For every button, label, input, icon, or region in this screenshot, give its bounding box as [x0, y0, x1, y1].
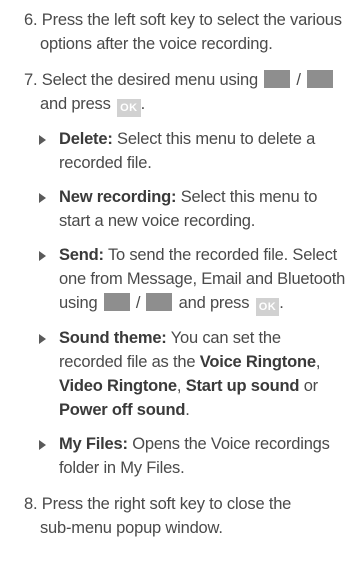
comma: , [176, 377, 182, 395]
step-text: Select the desired menu using [41, 71, 258, 89]
option-label: Sound theme: [59, 329, 167, 347]
option-label: Send: [59, 246, 104, 264]
option-description-end: and press [178, 294, 250, 312]
period: . [140, 95, 146, 113]
list-item-sound-theme: Sound theme: You can set the recorded fi… [39, 326, 348, 422]
step-7: 7. Select the desired menu using / and p… [24, 68, 348, 117]
bullet-arrow-icon [39, 251, 46, 261]
step-text-continued: sub-menu popup window. [40, 519, 223, 537]
up-key-icon [103, 293, 130, 311]
period: . [279, 294, 284, 312]
bullet-arrow-icon [39, 334, 46, 344]
or-word: or [303, 377, 318, 395]
comma: , [315, 353, 321, 371]
manual-page: 6. Press the left soft key to select the… [0, 0, 354, 582]
list-item-new-recording: New recording: Select this menu to start… [39, 185, 348, 233]
step-text: Press the right soft key to close the [41, 495, 292, 513]
power-off-sound-term: Power off sound [59, 401, 186, 419]
step-text-continued: and press [40, 95, 111, 113]
list-item-delete: Delete: Select this menu to delete a rec… [39, 127, 348, 175]
step-number: 6. [24, 11, 38, 29]
option-label: My Files: [59, 435, 128, 453]
step-number: 7. [24, 71, 38, 89]
ok-key-icon: OK [117, 99, 141, 117]
slash-separator: / [296, 71, 301, 89]
menu-options-list: Delete: Select this menu to delete a rec… [24, 127, 348, 480]
down-key-icon [306, 70, 333, 88]
step-text-continued: options after the voice recording. [40, 35, 273, 53]
list-item-send: Send: To send the recorded file. Select … [39, 243, 348, 316]
voice-ringtone-term: Voice Ringtone [199, 353, 316, 371]
ok-key-icon: OK [255, 298, 280, 316]
bullet-arrow-icon [39, 193, 46, 203]
slash-separator: / [135, 294, 141, 312]
up-key-icon [264, 70, 291, 88]
bullet-arrow-icon [39, 135, 46, 145]
step-6: 6. Press the left soft key to select the… [24, 8, 348, 56]
step-text: Press the left soft key to select the va… [41, 11, 342, 29]
down-key-icon [146, 293, 173, 311]
step-8: 8. Press the right soft key to close the… [24, 492, 348, 540]
period: . [185, 401, 190, 419]
list-item-my-files: My Files: Opens the Voice recordings fol… [39, 432, 348, 480]
option-label: Delete: [59, 130, 113, 148]
start-up-sound-term: Start up sound [185, 377, 300, 395]
step-number: 8. [24, 495, 38, 513]
option-label: New recording: [59, 188, 177, 206]
bullet-arrow-icon [39, 440, 46, 450]
video-ringtone-term: Video Ringtone [59, 377, 177, 395]
